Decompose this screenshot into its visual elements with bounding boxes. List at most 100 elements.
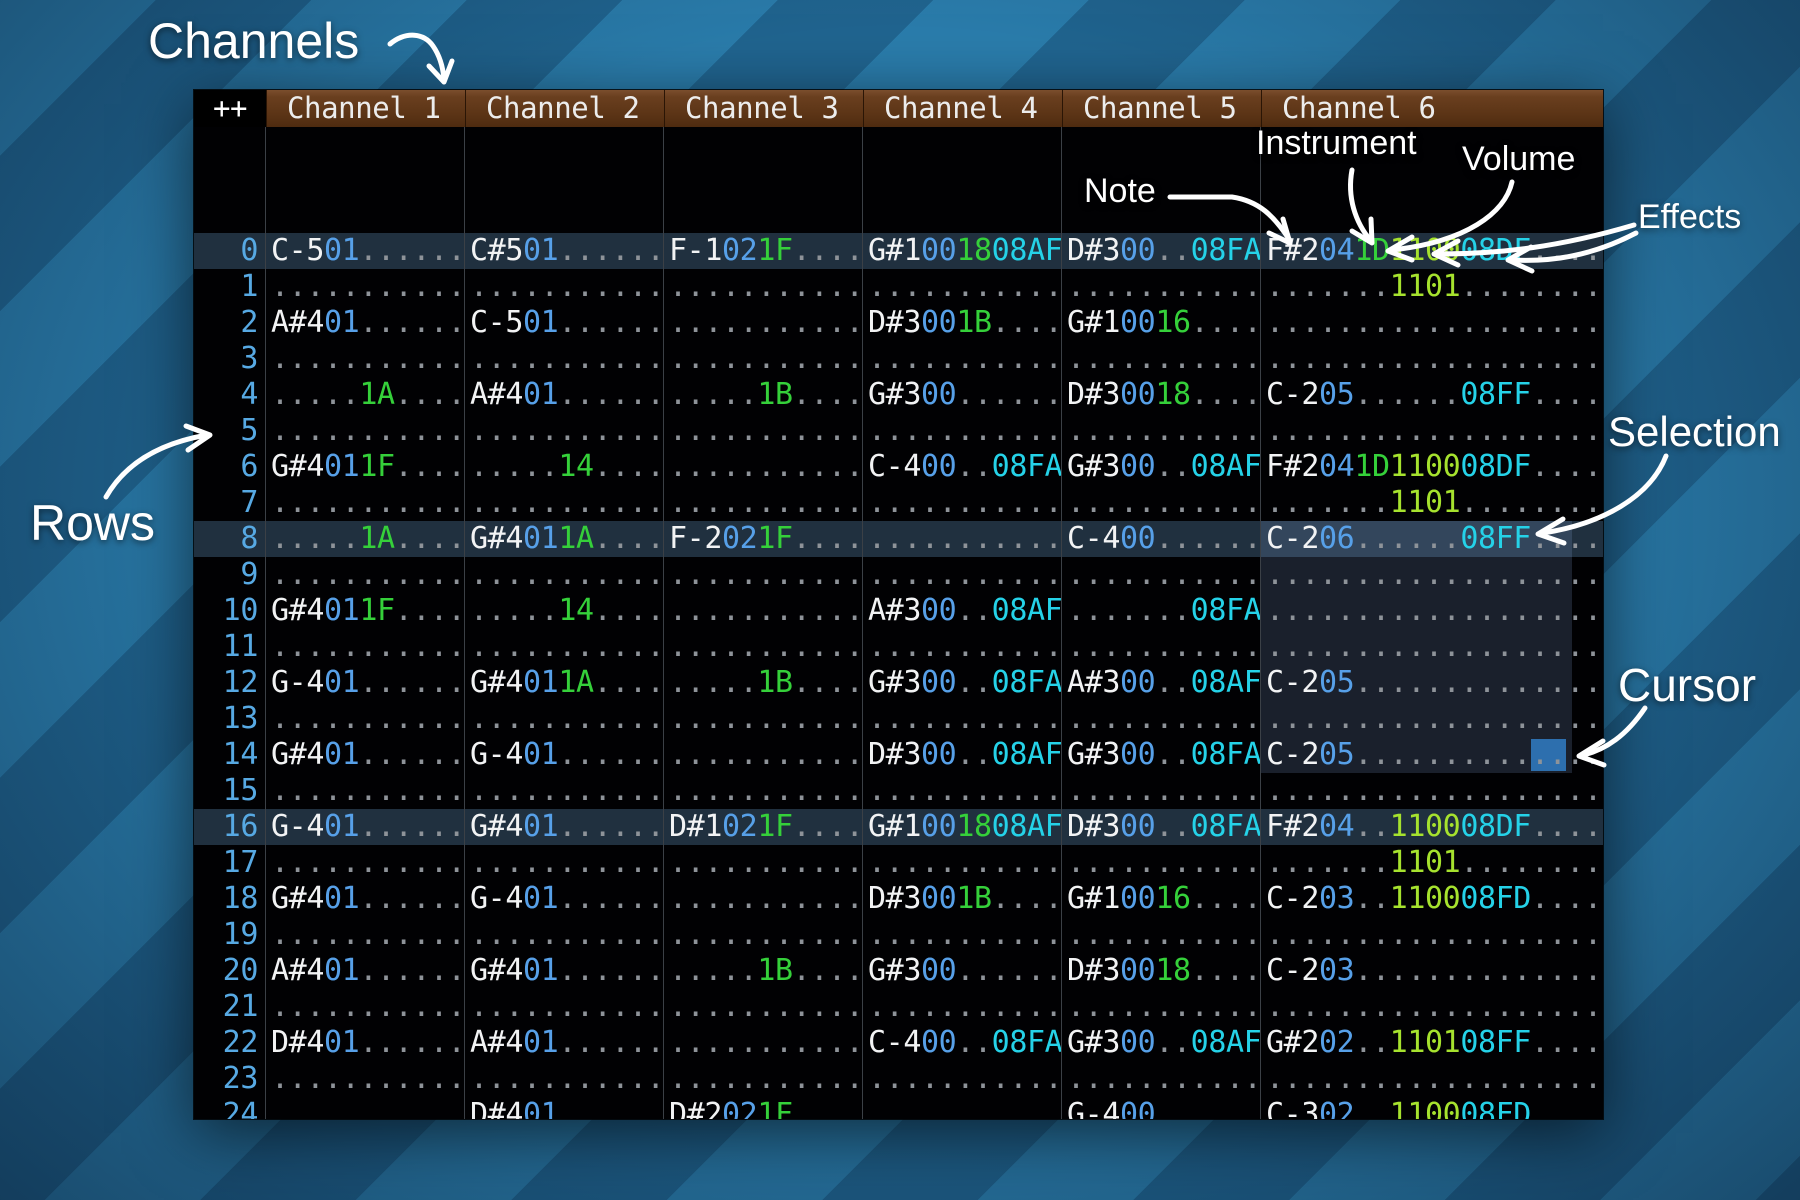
pattern-cell[interactable]: D#300..08AF	[863, 737, 1062, 773]
pattern-cell[interactable]: ...................	[1261, 413, 1603, 449]
pattern-cell[interactable]: G-401......	[465, 881, 664, 917]
pattern-cell[interactable]: ...........	[266, 629, 465, 665]
pattern-cell[interactable]: ...........	[863, 1097, 1062, 1119]
pattern-cell[interactable]: ...........	[1062, 701, 1261, 737]
pattern-cell[interactable]: ...........	[266, 413, 465, 449]
pattern-cell[interactable]: ...........	[664, 593, 863, 629]
row-number[interactable]: 13	[194, 701, 266, 737]
pattern-cell[interactable]: C-400..08FA	[863, 1025, 1062, 1061]
pattern-cell[interactable]: G#300..08FA	[1062, 737, 1261, 773]
pattern-cell[interactable]: G#4011A....	[465, 521, 664, 557]
pattern-cell[interactable]: ...........	[1062, 917, 1261, 953]
pattern-cell[interactable]: .....14....	[465, 449, 664, 485]
row-number[interactable]: 15	[194, 773, 266, 809]
pattern-cell[interactable]: A#300..08AF	[863, 593, 1062, 629]
pattern-cell[interactable]: ...........	[465, 269, 664, 305]
pattern-cell[interactable]: ...........	[266, 1061, 465, 1097]
pattern-cell[interactable]: ...................	[1261, 557, 1603, 593]
pattern-cell[interactable]: G#401......	[465, 953, 664, 989]
pattern-grid[interactable]: 0C-501......C#501......F-1021F....G#1001…	[194, 127, 1603, 1119]
pattern-cell[interactable]: D#30018....	[1062, 377, 1261, 413]
row-number[interactable]: 4	[194, 377, 266, 413]
row-number[interactable]: 1	[194, 269, 266, 305]
pattern-cell[interactable]: .....1B....	[664, 953, 863, 989]
pattern-cell[interactable]: ...........	[664, 1025, 863, 1061]
pattern-row[interactable]: 5.......................................…	[194, 413, 1603, 449]
pattern-row[interactable]: 11......................................…	[194, 629, 1603, 665]
pattern-cell[interactable]: D#300..08FA	[1062, 233, 1261, 269]
pattern-row[interactable]: 19......................................…	[194, 917, 1603, 953]
pattern-cell[interactable]: ...........	[664, 629, 863, 665]
pattern-cell[interactable]: G#300..08AF	[1062, 449, 1261, 485]
pattern-cell[interactable]: G#401......	[465, 809, 664, 845]
pattern-cell[interactable]: .......1101........	[1261, 269, 1603, 305]
pattern-row[interactable]: 17......................................…	[194, 845, 1603, 881]
pattern-cell[interactable]: G-401......	[465, 737, 664, 773]
pattern-cell[interactable]: ...........	[863, 485, 1062, 521]
pattern-cell[interactable]: .....1B....	[664, 665, 863, 701]
pattern-row[interactable]: 8.....1A....G#4011A....F-2021F..........…	[194, 521, 1603, 557]
pattern-cell[interactable]: ...........	[465, 1061, 664, 1097]
pattern-cell[interactable]: ...........	[266, 917, 465, 953]
pattern-cell[interactable]: .....1B....	[664, 377, 863, 413]
pattern-cell[interactable]: G#300......	[863, 953, 1062, 989]
pattern-cell[interactable]: .......1101........	[1261, 845, 1603, 881]
pattern-row[interactable]: 15......................................…	[194, 773, 1603, 809]
row-number[interactable]: 12	[194, 665, 266, 701]
pattern-row[interactable]: 9.......................................…	[194, 557, 1603, 593]
row-number[interactable]: 18	[194, 881, 266, 917]
pattern-row[interactable]: 0C-501......C#501......F-1021F....G#1001…	[194, 233, 1603, 269]
pattern-cell[interactable]: C-302..110008FD....	[1261, 1097, 1603, 1119]
pattern-cell[interactable]: ...........	[664, 557, 863, 593]
pattern-cell[interactable]: A#401......	[266, 305, 465, 341]
pattern-cell[interactable]: ...........	[664, 701, 863, 737]
pattern-row[interactable]: 6G#4011F.........14...............C-400.…	[194, 449, 1603, 485]
pattern-cell[interactable]: ...................	[1261, 917, 1603, 953]
pattern-cell[interactable]: G#300..08AF	[1062, 1025, 1261, 1061]
pattern-cell[interactable]: F#2041D110008DF....	[1261, 449, 1603, 485]
row-number[interactable]: 9	[194, 557, 266, 593]
pattern-cell[interactable]: D#2021F....	[664, 1097, 863, 1119]
pattern-cell[interactable]: .....1A....	[266, 521, 465, 557]
pattern-row[interactable]: 14G#401......G-401.................D#300…	[194, 737, 1603, 773]
pattern-cell[interactable]: ...................	[1261, 1061, 1603, 1097]
pattern-cell[interactable]: G#1001808AF	[863, 233, 1062, 269]
pattern-cell[interactable]: ...................	[1261, 305, 1603, 341]
row-number[interactable]: 2	[194, 305, 266, 341]
pattern-cell[interactable]: ...........	[664, 773, 863, 809]
channel-header-1[interactable]: Channel 1	[266, 90, 465, 127]
pattern-cell[interactable]: D#300..08FA	[1062, 809, 1261, 845]
pattern-cell[interactable]: G#4011F....	[266, 449, 465, 485]
pattern-cell[interactable]: F#204..110008DF....	[1261, 809, 1603, 845]
pattern-row[interactable]: 1.......................................…	[194, 269, 1603, 305]
row-number[interactable]: 6	[194, 449, 266, 485]
pattern-cell[interactable]: D#401......	[266, 1025, 465, 1061]
pattern-cell[interactable]: F-1021F....	[664, 233, 863, 269]
pattern-cell[interactable]: D#401......	[465, 1097, 664, 1119]
pattern-cell[interactable]: ...........	[664, 485, 863, 521]
pattern-cell[interactable]: ...........	[863, 701, 1062, 737]
pattern-cell[interactable]: C-205..............	[1261, 665, 1603, 701]
row-number[interactable]: 24	[194, 1097, 266, 1119]
pattern-cell[interactable]: G#10016....	[1062, 305, 1261, 341]
pattern-cell[interactable]: C-501......	[266, 233, 465, 269]
pattern-row[interactable]: 16G-401......G#401......D#1021F....G#100…	[194, 809, 1603, 845]
row-number[interactable]: 20	[194, 953, 266, 989]
channel-header-2[interactable]: Channel 2	[465, 90, 664, 127]
pattern-cell[interactable]: G#10016....	[1062, 881, 1261, 917]
pattern-cell[interactable]: A#401......	[465, 377, 664, 413]
pattern-cell[interactable]: ...................	[1261, 629, 1603, 665]
pattern-cell[interactable]: ...........	[863, 341, 1062, 377]
row-number[interactable]: 14	[194, 737, 266, 773]
pattern-cell[interactable]: ...........	[266, 341, 465, 377]
channel-header-5[interactable]: Channel 5	[1062, 90, 1261, 127]
pattern-cell[interactable]: A#401......	[465, 1025, 664, 1061]
pattern-cell[interactable]: ...................	[1261, 341, 1603, 377]
pattern-cell[interactable]: ...................	[1261, 701, 1603, 737]
pattern-cell[interactable]: G#1001808AF	[863, 809, 1062, 845]
pattern-cell[interactable]: ...........	[664, 989, 863, 1025]
pattern-cell[interactable]: .....14....	[465, 593, 664, 629]
pattern-row[interactable]: 12G-401......G#4011A.........1B....G#300…	[194, 665, 1603, 701]
pattern-cell[interactable]: ...........	[1062, 1061, 1261, 1097]
channel-header-4[interactable]: Channel 4	[863, 90, 1062, 127]
